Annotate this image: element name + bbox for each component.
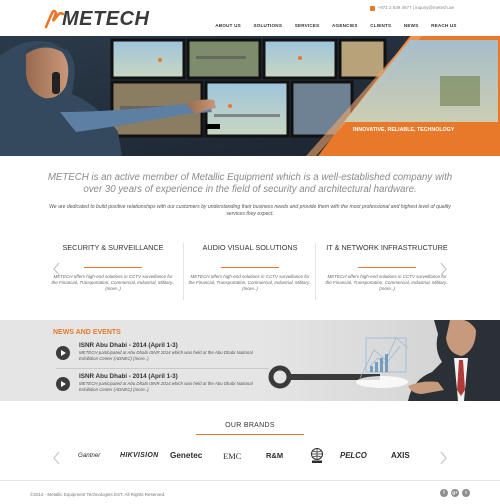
news-item-title: ISNR Abu Dhabi - 2014 (April 1-3) xyxy=(79,342,178,349)
twitter-icon[interactable]: t xyxy=(462,489,470,497)
service-title: SECURITY & SURVEILLANCE xyxy=(62,243,164,252)
news-events-section: NEWS AND EVENTS ISNR Abu Dhabi - 2014 (A… xyxy=(0,320,500,401)
logo-swoosh-icon xyxy=(44,9,64,29)
intro-section: METECH is an active member of Metallic E… xyxy=(40,172,460,219)
service-rule xyxy=(221,267,279,268)
facebook-icon[interactable]: f xyxy=(440,489,448,497)
brand-globe-logo-icon[interactable] xyxy=(310,448,324,464)
news-item-desc: METECH participated at Abu Dhabi ISNR 20… xyxy=(79,350,253,361)
service-desc: METECH offers high-end solutions in CCTV… xyxy=(325,274,449,292)
brands-prev-arrow-icon[interactable] xyxy=(53,451,61,465)
google-plus-icon[interactable]: g+ xyxy=(451,489,459,497)
news-heading-and: AND xyxy=(75,329,91,336)
logo[interactable]: METECH xyxy=(44,9,149,29)
hero-tagline: INNOVATIVE, RELIABLE, TECHNOLOGY xyxy=(353,127,455,133)
brands-row: Gantner HIKVISION Genetec EMC R&M PELCO … xyxy=(78,448,432,468)
nav-reach-us[interactable]: REACH US xyxy=(425,18,463,34)
brand-emc[interactable]: EMC xyxy=(223,450,241,462)
footer: ©2014 - Metallic Equipment Technologies … xyxy=(0,480,500,504)
brands-rule xyxy=(196,434,304,435)
news-item[interactable]: ISNR Abu Dhabi - 2014 (April 1-3) METECH… xyxy=(56,373,256,393)
service-card-audio-visual[interactable]: AUDIO VISUAL SOLUTIONS METECH offers hig… xyxy=(187,243,313,293)
intro-lead: METECH is an active member of Metallic E… xyxy=(47,172,453,195)
service-desc: METECH offers high-end solutions in CCTV… xyxy=(51,274,175,292)
hero-banner: INNOVATIVE, RELIABLE, TECHNOLOGY xyxy=(0,36,500,156)
news-item[interactable]: ISNR Abu Dhabi - 2014 (April 1-3) METECH… xyxy=(56,342,256,362)
nav-services[interactable]: SERVICES xyxy=(288,18,325,34)
main-nav: ABOUT US SOLUTIONS SERVICES AGENCIES CLI… xyxy=(209,18,463,34)
news-heading: NEWS AND EVENTS xyxy=(53,328,121,337)
logo-text: METECH xyxy=(62,8,150,30)
nav-solutions[interactable]: SOLUTIONS xyxy=(247,18,288,34)
contact-text: +971 2 639 4677 | inquiry@metech.ae xyxy=(377,5,454,10)
nav-clients[interactable]: CLIENTS xyxy=(364,18,398,34)
page: METECH +971 2 639 4677 | inquiry@metech.… xyxy=(0,0,500,504)
service-rule xyxy=(358,267,416,268)
play-icon xyxy=(56,377,70,391)
news-divider xyxy=(56,368,269,369)
service-card-security[interactable]: SECURITY & SURVEILLANCE METECH offers hi… xyxy=(50,243,176,293)
brand-genetec[interactable]: Genetec xyxy=(170,450,202,462)
news-heading-events: EVENTS xyxy=(92,329,121,336)
intro-sub: We are dedicated to build positive relat… xyxy=(49,204,451,218)
news-item-desc: METECH participated at Abu Dhabi ISNR 20… xyxy=(79,381,253,392)
service-desc: METECH offers high-end solutions in CCTV… xyxy=(188,274,312,292)
play-icon xyxy=(56,346,70,360)
brand-hikvision[interactable]: HIKVISION xyxy=(120,450,158,462)
copyright-text: ©2014 - Metallic Equipment Technologies … xyxy=(30,492,166,497)
service-title: IT & NETWORK INFRASTRUCTURE xyxy=(326,243,448,252)
services-row: SECURITY & SURVEILLANCE METECH offers hi… xyxy=(50,243,450,303)
brands-next-arrow-icon[interactable] xyxy=(439,451,447,465)
service-title: AUDIO VISUAL SOLUTIONS xyxy=(202,243,298,252)
brand-rm[interactable]: R&M xyxy=(266,450,283,462)
social-links: f g+ t xyxy=(440,489,470,497)
header: METECH +971 2 639 4677 | inquiry@metech.… xyxy=(0,0,500,36)
nav-agencies[interactable]: AGENCIES xyxy=(326,18,364,34)
news-item-title: ISNR Abu Dhabi - 2014 (April 1-3) xyxy=(79,373,178,380)
nav-news[interactable]: NEWS xyxy=(398,18,425,34)
news-heading-news: NEWS xyxy=(53,329,74,336)
hero-image xyxy=(0,36,500,156)
service-card-it-network[interactable]: IT & NETWORK INFRASTRUCTURE METECH offer… xyxy=(324,243,450,293)
news-illustration xyxy=(262,320,500,401)
brand-pelco[interactable]: PELCO xyxy=(340,450,367,462)
contact-info: +971 2 639 4677 | inquiry@metech.ae xyxy=(369,5,454,11)
brand-axis[interactable]: AXIS xyxy=(391,450,410,462)
brands-title: OUR BRANDS xyxy=(225,422,275,429)
service-rule xyxy=(84,267,142,268)
nav-about-us[interactable]: ABOUT US xyxy=(209,18,247,34)
brand-gantner[interactable]: Gantner xyxy=(78,450,100,462)
phone-icon xyxy=(369,5,375,11)
